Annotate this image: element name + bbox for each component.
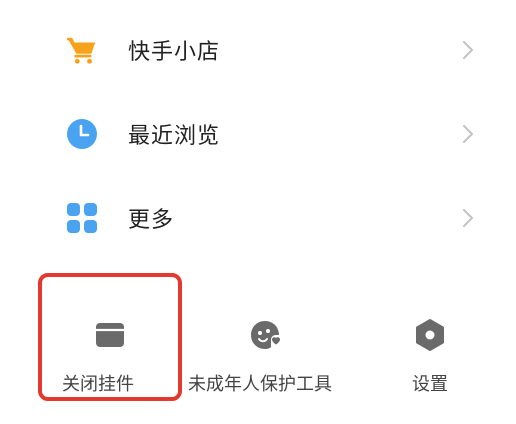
- clock-icon: [66, 118, 98, 150]
- child-protection-icon: [248, 318, 282, 352]
- close-widget-button[interactable]: 关闭挂件: [40, 290, 180, 410]
- bottom-toolbar: 关闭挂件 未成年人保护工具 设置: [0, 290, 516, 420]
- settings-button[interactable]: 设置: [380, 290, 480, 410]
- menu-item-more[interactable]: 更多: [0, 176, 516, 260]
- chevron-right-icon: [460, 208, 476, 228]
- chevron-right-icon: [460, 124, 476, 144]
- cart-icon: [66, 34, 98, 66]
- settings-label: 设置: [412, 374, 448, 395]
- close-widget-label: 关闭挂件: [62, 374, 134, 395]
- minor-protection-label: 未成年人保护工具: [188, 374, 332, 395]
- settings-hexagon-icon: [413, 318, 447, 352]
- minor-protection-button[interactable]: 未成年人保护工具: [186, 290, 346, 410]
- menu-item-label: 快手小店: [128, 40, 221, 65]
- chevron-right-icon: [460, 40, 476, 60]
- grid-icon: [66, 202, 98, 234]
- envelope-icon: [93, 318, 127, 352]
- menu-item-label: 最近浏览: [128, 124, 221, 149]
- menu-item-shop[interactable]: 快手小店: [0, 8, 516, 92]
- menu-item-label: 更多: [128, 208, 175, 233]
- menu-item-recent[interactable]: 最近浏览: [0, 92, 516, 176]
